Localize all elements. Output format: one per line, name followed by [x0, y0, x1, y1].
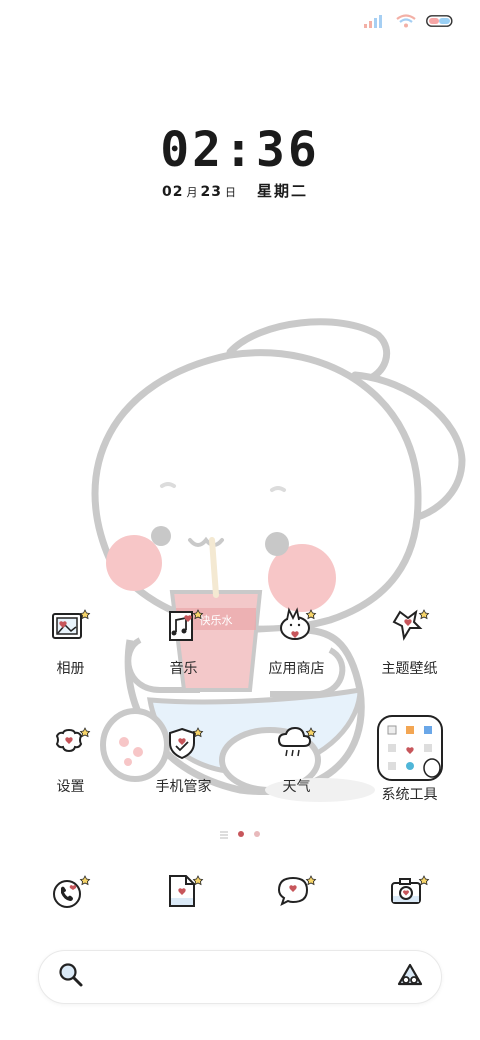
app-grid: 相册 音乐 应用商店 主题壁纸 设置 手机管家 天气 系统工具 [14, 596, 466, 804]
camera-icon [380, 862, 440, 922]
search-bar[interactable] [38, 950, 442, 1004]
date-day: 23 [200, 184, 222, 200]
search-input[interactable] [95, 968, 385, 986]
menu-lines-icon[interactable] [220, 824, 228, 843]
theme-brush-icon [380, 596, 440, 656]
app-label: 音乐 [169, 661, 198, 677]
assistant-icon[interactable] [395, 962, 425, 992]
dock-notes[interactable] [127, 862, 240, 922]
app-label: 应用商店 [268, 661, 325, 677]
page-indicator [0, 824, 480, 843]
dock-phone[interactable] [14, 862, 127, 922]
app-label: 天气 [282, 779, 311, 795]
app-weather[interactable]: 天气 [240, 714, 353, 804]
wifi-icon [396, 14, 416, 28]
page-dot-active[interactable] [238, 830, 244, 837]
date-weekday: 星期二 [256, 182, 308, 200]
date-month-unit: 月 [186, 186, 198, 199]
status-bar [364, 10, 454, 32]
app-label: 手机管家 [155, 779, 212, 795]
security-shield-icon [154, 714, 214, 774]
app-music[interactable]: 音乐 [127, 596, 240, 678]
weather-cloud-icon [267, 714, 327, 774]
app-gallery[interactable]: 相册 [14, 596, 127, 678]
signal-bars-icon [364, 14, 386, 28]
app-settings[interactable]: 设置 [14, 714, 127, 804]
app-phone-manager[interactable]: 手机管家 [127, 714, 240, 804]
photo-album-icon [41, 596, 101, 656]
battery-icon [426, 15, 454, 27]
dock [14, 862, 466, 922]
music-note-icon [154, 596, 214, 656]
settings-gear-icon [41, 714, 101, 774]
dock-camera[interactable] [353, 862, 466, 922]
tools-folder-icon [376, 714, 444, 782]
app-themes[interactable]: 主题壁纸 [353, 596, 466, 678]
dock-messages[interactable] [240, 862, 353, 922]
message-bubble-icon [267, 862, 327, 922]
app-system-tools[interactable]: 系统工具 [353, 714, 466, 804]
phone-icon [41, 862, 101, 922]
app-label: 设置 [56, 779, 85, 795]
date-line: 02 月 23 日 星期二 [0, 180, 470, 201]
lock-clock-time: 02:36 [160, 122, 320, 178]
date-month: 02 [162, 184, 184, 200]
page-dot[interactable] [254, 830, 260, 837]
app-store[interactable]: 应用商店 [240, 596, 353, 678]
app-label: 主题壁纸 [381, 661, 438, 677]
notes-file-icon [154, 862, 214, 922]
app-label: 系统工具 [381, 787, 438, 803]
app-label: 相册 [56, 661, 85, 677]
date-day-unit: 日 [224, 186, 236, 199]
search-icon[interactable] [57, 961, 85, 993]
app-store-bag-icon [267, 596, 327, 656]
